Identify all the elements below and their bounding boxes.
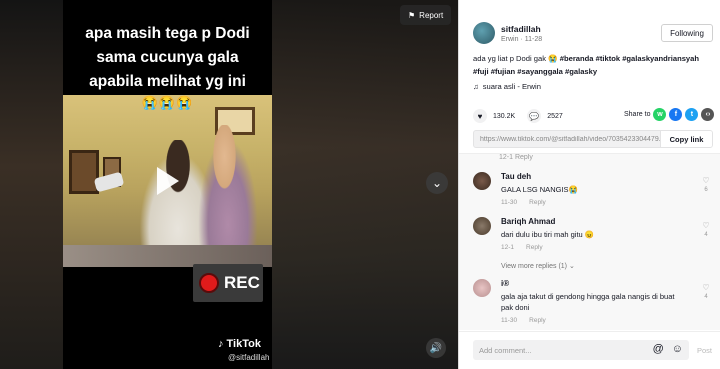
- like-count: 130.2K: [493, 112, 516, 120]
- report-button[interactable]: ⚑ Report: [400, 5, 452, 25]
- video-area: apa masih tega p Dodi sama cucunya gala …: [0, 0, 458, 369]
- comment-count: 2527: [547, 112, 563, 120]
- watermark-username: @sitfadillah: [228, 353, 270, 362]
- heart-outline-icon[interactable]: ♡: [702, 221, 709, 230]
- video-backdrop-left: [0, 0, 63, 369]
- comment-like[interactable]: ♡ 4: [699, 221, 713, 238]
- post-panel: sitfadillah Erwin · 11-28 Following ada …: [458, 0, 720, 369]
- caption-emoji: 😭😭😭: [141, 95, 194, 110]
- engagement-stats: ♥ 130.2K 💬 2527: [473, 109, 563, 123]
- reply-link[interactable]: Reply: [529, 317, 546, 324]
- reply-link[interactable]: Reply: [529, 199, 546, 206]
- comment-like[interactable]: ♡ 4: [699, 283, 713, 300]
- record-dot-icon: [199, 273, 219, 293]
- author-avatar[interactable]: [473, 22, 495, 44]
- music-title[interactable]: suara asli - Erwin: [483, 82, 541, 91]
- view-more-replies[interactable]: View more replies (1) ⌄: [501, 262, 575, 270]
- comment-username[interactable]: Bariqh Ahmad: [501, 217, 681, 226]
- wall-picture: [69, 150, 99, 194]
- comment-like-count: 6: [704, 187, 708, 193]
- tiktok-logo-icon: ♪: [218, 338, 224, 350]
- avatar[interactable]: [473, 279, 491, 297]
- heart-outline-icon[interactable]: ♡: [702, 176, 709, 185]
- chevron-down-icon: ⌄: [431, 176, 443, 190]
- avatar[interactable]: [473, 217, 491, 235]
- facebook-icon[interactable]: f: [669, 108, 683, 121]
- comment-meta-cutoff: 12-1 Reply: [499, 154, 533, 161]
- video-url[interactable]: https://www.tiktok.com/@sitfadillah/vide…: [474, 136, 660, 143]
- next-video-button[interactable]: ⌄: [426, 172, 448, 194]
- rec-badge: REC: [193, 264, 263, 302]
- comment-meta: 11-30 Reply: [501, 199, 681, 206]
- comment-like-count: 4: [704, 232, 708, 238]
- comment-date: 12-1: [501, 244, 515, 251]
- comment-text: GALA LSG NANGIS😭: [501, 185, 578, 194]
- share-bar: Share to w f t ‹›: [624, 108, 715, 121]
- report-label: Report: [419, 10, 444, 20]
- heart-icon[interactable]: ♥: [473, 109, 487, 123]
- tiktok-brand: TikTok: [226, 338, 261, 350]
- whatsapp-icon[interactable]: w: [653, 108, 667, 121]
- music-link[interactable]: ♫ suara asli - Erwin: [473, 82, 541, 91]
- emoji-icon[interactable]: ☺: [672, 343, 683, 355]
- rec-label: REC: [224, 273, 260, 292]
- author-info[interactable]: sitfadillah Erwin · 11-28: [473, 22, 542, 44]
- comment-list[interactable]: 12-1 Reply Tau deh GALA LSG NANGIS😭 11-3…: [459, 153, 720, 330]
- heart-outline-icon[interactable]: ♡: [702, 283, 709, 292]
- speaker-icon: 🔊: [429, 342, 443, 354]
- comment-like-count: 4: [704, 294, 708, 300]
- avatar[interactable]: [473, 172, 491, 190]
- comment-username[interactable]: i®: [501, 279, 681, 288]
- flag-icon: ⚑: [408, 10, 416, 20]
- post-description: ada yg liat p Dodi gak 😭 #beranda #tikto…: [473, 52, 713, 78]
- author-name[interactable]: sitfadillah: [501, 24, 542, 34]
- share-label: Share to: [624, 111, 651, 118]
- copy-link-box: https://www.tiktok.com/@sitfadillah/vide…: [473, 130, 713, 148]
- twitter-icon[interactable]: t: [685, 108, 699, 121]
- comment-username[interactable]: Tau deh: [501, 172, 681, 181]
- caption-line-3: apabila melihat yg ini: [89, 73, 246, 90]
- music-note-icon: ♫: [473, 82, 479, 91]
- tiktok-watermark: ♪ TikTok: [218, 338, 261, 350]
- author-subline: Erwin · 11-28: [501, 35, 543, 43]
- comment-text: dari dulu ibu tiri mah gitu 😠: [501, 230, 595, 239]
- chevron-down-icon: ⌄: [568, 263, 575, 270]
- post-button[interactable]: Post: [697, 346, 712, 355]
- comment-input-icons: @ ☺: [653, 343, 683, 355]
- comment-meta: 12-1 Reply: [501, 244, 681, 251]
- comment-icon[interactable]: 💬: [527, 109, 542, 123]
- comment-date: 11-30: [501, 317, 518, 324]
- embed-icon[interactable]: ‹›: [701, 108, 715, 121]
- volume-button[interactable]: 🔊: [426, 338, 446, 358]
- following-button[interactable]: Following: [661, 24, 713, 42]
- comment-like[interactable]: ♡ 6: [699, 176, 713, 193]
- video-caption: apa masih tega p Dodi sama cucunya gala …: [63, 22, 272, 94]
- play-icon[interactable]: [157, 167, 179, 195]
- comment-date: 11-30: [501, 199, 518, 206]
- comment-text: gala aja takut di gendong hingga gala na…: [501, 292, 675, 312]
- caption-line-2: sama cucunya gala: [96, 49, 239, 66]
- mention-icon[interactable]: @: [653, 343, 664, 355]
- video-player[interactable]: apa masih tega p Dodi sama cucunya gala …: [63, 0, 272, 369]
- caption-line-1: apa masih tega p Dodi: [85, 25, 250, 42]
- description-text: ada yg liat p Dodi gak 😭: [473, 54, 558, 63]
- comment-input-placeholder: Add comment...: [479, 345, 532, 355]
- view-more-label[interactable]: View more replies (1): [501, 263, 567, 270]
- add-comment-bar: Add comment... @ ☺ Post: [459, 331, 720, 369]
- comment-meta: 11-30 Reply: [501, 317, 681, 324]
- comment-input[interactable]: Add comment... @ ☺: [473, 340, 689, 360]
- copy-link-button[interactable]: Copy link: [660, 131, 712, 147]
- reply-link[interactable]: Reply: [526, 244, 543, 251]
